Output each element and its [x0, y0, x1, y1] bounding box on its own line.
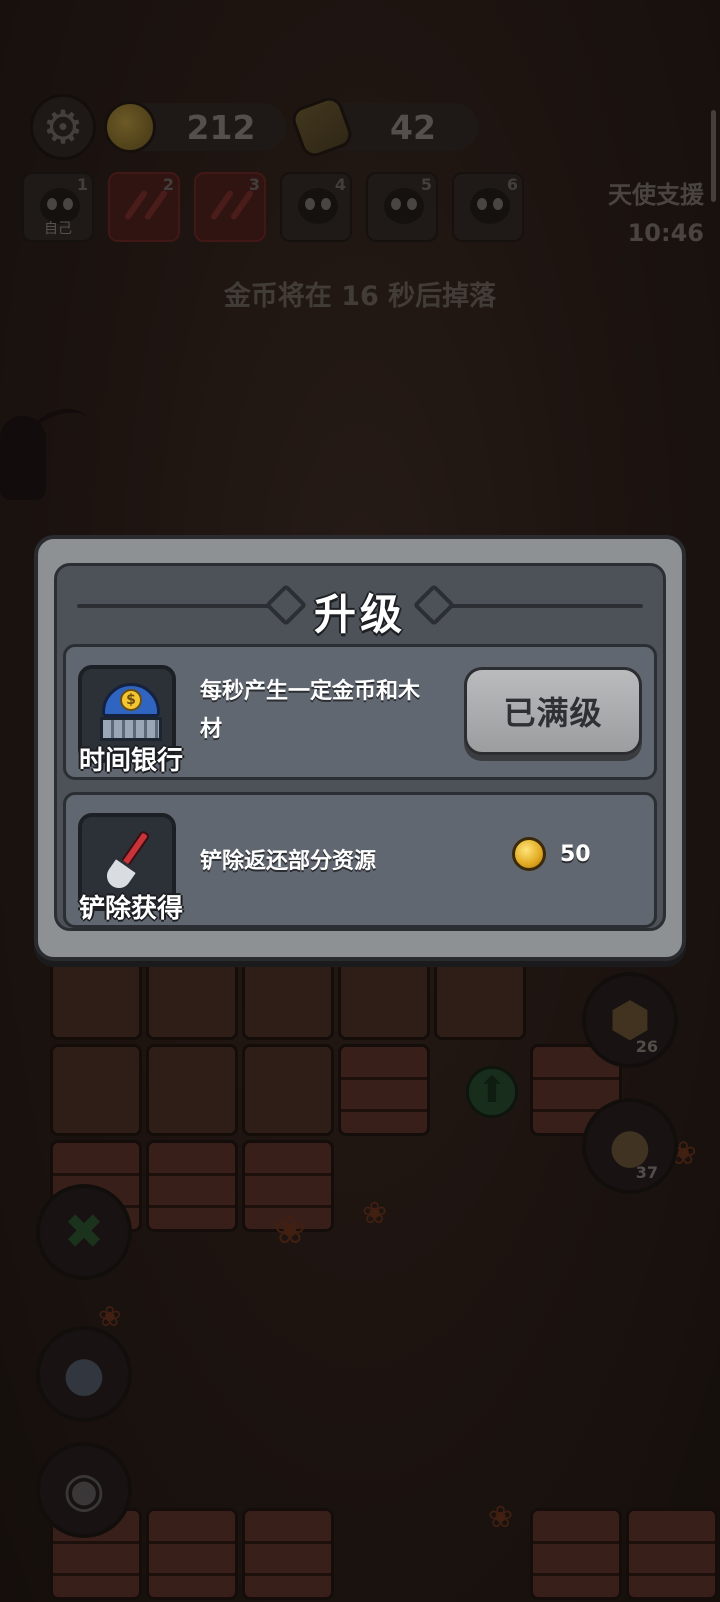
- item-description: 每秒产生一定金币和木材: [200, 679, 421, 742]
- max-level-button[interactable]: 已满级: [464, 667, 642, 755]
- shovel-icon: [94, 825, 160, 897]
- dialog-title: 升级: [313, 589, 406, 639]
- item-description: 铲除返还部分资源: [200, 849, 377, 874]
- bank-icon: $: [94, 677, 162, 741]
- item-name: 时间银行: [78, 746, 183, 776]
- upgrade-item-dig-reward: 铲除获得 铲除返还部分资源 50: [63, 792, 657, 928]
- time-bank-badge: $ 时间银行: [78, 665, 183, 776]
- upgrade-item-time-bank: $ 时间银行 每秒产生一定金币和木材 已满级: [63, 644, 657, 780]
- coin-icon: [512, 837, 546, 871]
- upgrade-cost[interactable]: 50: [512, 837, 591, 871]
- dig-reward-badge: 铲除获得: [78, 813, 183, 924]
- dialog-panel: 升级 $ 时间银行 每秒产生一定金币和木材 已满级 铲除获得 铲除返还部分资源 …: [54, 563, 666, 931]
- item-name: 铲除获得: [78, 894, 183, 924]
- cost-amount: 50: [560, 841, 591, 867]
- dialog-header: 升级: [57, 578, 663, 644]
- upgrade-dialog: 升级 $ 时间银行 每秒产生一定金币和木材 已满级 铲除获得 铲除返还部分资源 …: [34, 535, 686, 961]
